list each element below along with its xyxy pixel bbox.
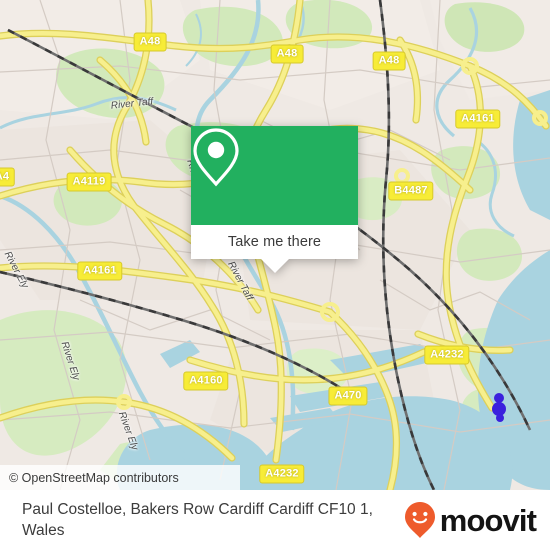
road-shield: A48 (372, 51, 406, 71)
footer-bar: Paul Costelloe, Bakers Row Cardiff Cardi… (0, 490, 550, 550)
road-shield: B4487 (388, 181, 434, 201)
road-shield: A4232 (259, 464, 305, 484)
take-me-there-label: Take me there (227, 234, 322, 250)
moovit-pin-smiley-icon (404, 502, 435, 538)
road-shield: A470 (328, 386, 368, 406)
popup-tail (260, 259, 289, 273)
road-shield: A48 (270, 44, 304, 64)
map-page: A48 A48 A48 A4161 A4119 B4487 A4161 A4232 A4160 A… (0, 0, 550, 550)
address-label: Paul Costelloe, Bakers Row Cardiff Cardi… (22, 501, 373, 539)
road-shield: A4119 (66, 172, 112, 192)
popup-header (191, 126, 358, 225)
location-popup[interactable]: Take me there (191, 126, 358, 273)
road-shield: A4 (0, 167, 16, 187)
map-canvas[interactable]: A48 A48 A48 A4161 A4119 B4487 A4161 A4232 A4160 A… (0, 0, 550, 490)
road-shield: A4232 (424, 345, 470, 365)
moovit-logo[interactable]: moovit (403, 501, 550, 539)
take-me-there-button[interactable]: Take me there (191, 225, 358, 259)
attribution-bar[interactable]: © OpenStreetMap contributors (0, 465, 240, 490)
road-shield: A4161 (77, 261, 123, 281)
road-shield: A4161 (455, 109, 501, 129)
moovit-wordmark: moovit (439, 502, 537, 538)
road-shield: A48 (133, 32, 167, 52)
map-pin-icon (193, 128, 239, 187)
road-shield: A4160 (183, 371, 229, 391)
attribution-text: © OpenStreetMap contributors (9, 470, 179, 485)
